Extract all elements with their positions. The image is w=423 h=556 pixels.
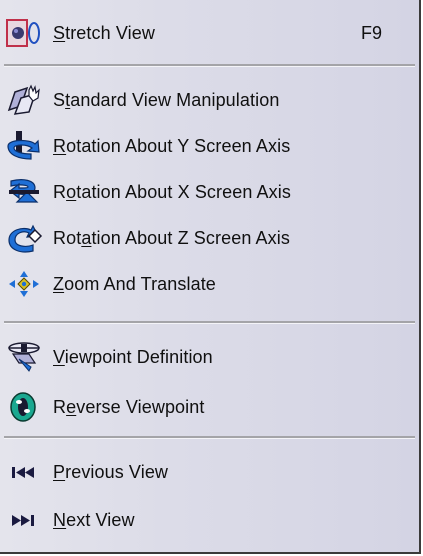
menu-item-label-pre: R <box>53 181 67 202</box>
menu-item-zoom-and-translate[interactable]: Zoom And Translate <box>0 262 418 306</box>
menu-item-label-post: iewpoint Definition <box>64 346 213 367</box>
view-manipulation-menu: Stretch View F9 Standard View Manipulati… <box>0 0 421 554</box>
menu-item-label-pre: S <box>53 89 66 110</box>
menu-item-mnemonic: R <box>53 135 67 156</box>
menu-item-mnemonic: o <box>66 181 77 202</box>
menu-separator <box>4 64 415 67</box>
menu-item-label-post: tretch View <box>65 22 155 43</box>
menu-separator <box>4 321 415 324</box>
zoom-translate-icon <box>5 268 43 300</box>
menu-item-label-post: otation About Y Screen Axis <box>66 135 291 156</box>
menu-item-label-pre: R <box>53 396 67 417</box>
menu-item-mnemonic: S <box>53 22 66 43</box>
menu-item-label-post: andard View Manipulation <box>70 89 280 110</box>
rotation-y-axis-icon <box>5 130 43 162</box>
menu-item-next-view[interactable]: Next View <box>0 498 418 542</box>
rotation-z-axis-icon <box>5 222 43 254</box>
menu-item-label-post: verse Viewpoint <box>76 396 205 417</box>
viewpoint-definition-icon <box>5 341 43 373</box>
menu-item-reverse-viewpoint[interactable]: Reverse Viewpoint <box>0 385 418 429</box>
menu-item-viewpoint-definition[interactable]: Viewpoint Definition <box>0 335 418 379</box>
reverse-viewpoint-icon <box>5 391 43 423</box>
menu-item-label-post: tion About Z Screen Axis <box>91 227 290 248</box>
stretch-view-icon <box>5 17 43 49</box>
menu-item-rotation-x[interactable]: Rotation About X Screen Axis <box>0 170 418 214</box>
menu-item-label-post: ext View <box>66 509 135 530</box>
menu-item-mnemonic: V <box>53 346 65 367</box>
menu-item-rotation-y[interactable]: Rotation About Y Screen Axis <box>0 124 418 168</box>
menu-item-stretch-view[interactable]: Stretch View F9 <box>0 11 418 55</box>
menu-item-label-pre: Rot <box>53 227 82 248</box>
previous-view-icon <box>5 456 43 488</box>
menu-item-rotation-z[interactable]: Rotation About Z Screen Axis <box>0 216 418 260</box>
menu-item-mnemonic: N <box>53 509 67 530</box>
menu-item-previous-view[interactable]: Previous View <box>0 450 418 494</box>
rotation-x-axis-icon <box>5 176 43 208</box>
menu-item-standard-view-manipulation[interactable]: Standard View Manipulation <box>0 78 418 122</box>
menu-item-label-post: tation About X Screen Axis <box>76 181 291 202</box>
menu-separator <box>4 436 415 439</box>
next-view-icon <box>5 504 43 536</box>
menu-item-mnemonic: P <box>53 461 66 482</box>
menu-item-mnemonic: Z <box>53 273 65 294</box>
menu-item-mnemonic: e <box>66 396 77 417</box>
shortcut-key: F9 <box>360 22 382 43</box>
menu-item-label-post: revious View <box>65 461 169 482</box>
menu-item-mnemonic: a <box>81 227 92 248</box>
menu-item-label-post: oom And Translate <box>64 273 216 294</box>
standard-view-manipulation-icon <box>5 84 43 116</box>
